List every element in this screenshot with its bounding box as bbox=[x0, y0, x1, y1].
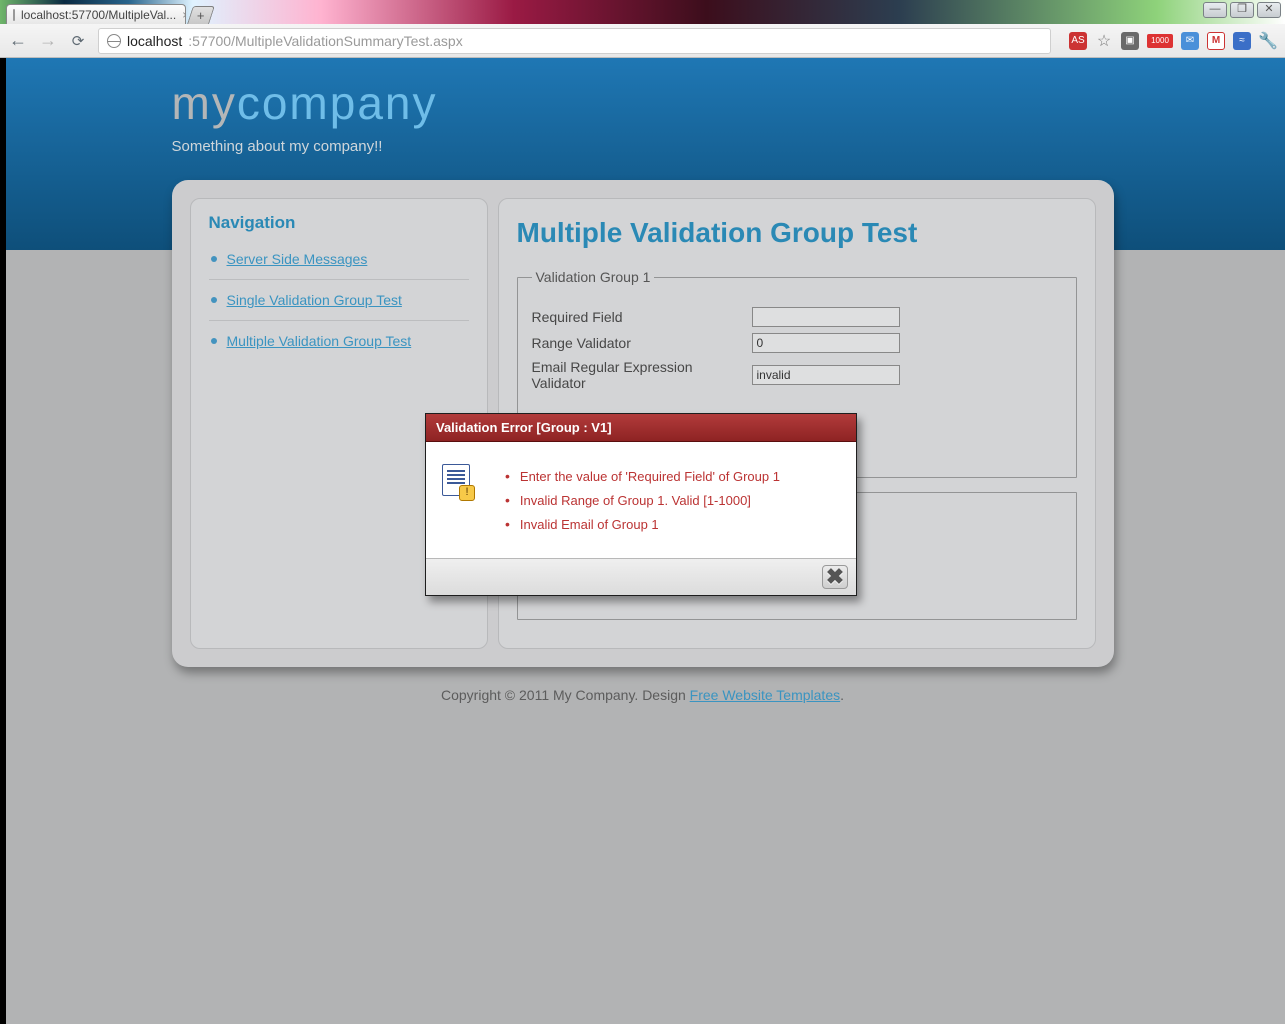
validation-error-dialog: Validation Error [Group : V1] Enter the … bbox=[425, 413, 857, 596]
left-gutter bbox=[0, 58, 6, 1024]
site-logo: mycompany bbox=[172, 76, 1114, 130]
required-field-input[interactable] bbox=[752, 307, 900, 327]
nav-back-button[interactable]: ← bbox=[8, 31, 28, 51]
footer-link[interactable]: Free Website Templates bbox=[690, 687, 840, 703]
bullet-icon bbox=[211, 297, 217, 303]
dialog-error-item: Invalid Range of Group 1. Valid [1-1000] bbox=[505, 492, 780, 508]
bookmark-star-icon[interactable]: ☆ bbox=[1095, 32, 1113, 50]
nav-link-multiple-group[interactable]: Multiple Validation Group Test bbox=[227, 333, 412, 349]
window-controls: — ❐ ✕ bbox=[1203, 2, 1281, 18]
window-minimize-button[interactable]: — bbox=[1203, 2, 1227, 18]
nav-item: Server Side Messages bbox=[209, 239, 469, 280]
ext-box-icon[interactable]: ▣ bbox=[1121, 32, 1139, 50]
browser-toolbar: ← → ⟳ localhost :57700/MultipleValidation… bbox=[0, 24, 1285, 58]
site-tagline: Something about my company!! bbox=[172, 138, 1114, 155]
warning-document-icon bbox=[442, 464, 470, 496]
url-path: :57700/MultipleValidationSummaryTest.asp… bbox=[188, 33, 462, 49]
browser-tab[interactable]: localhost:57700/MultipleVal... × bbox=[6, 4, 186, 24]
footer-text-after: . bbox=[840, 687, 844, 703]
dialog-title: Validation Error [Group : V1] bbox=[426, 414, 856, 442]
logo-second: company bbox=[237, 77, 438, 129]
url-host: localhost bbox=[127, 33, 182, 49]
bullet-icon bbox=[211, 256, 217, 262]
ext-as-icon[interactable]: AS bbox=[1069, 32, 1087, 50]
window-titlebar: localhost:57700/MultipleVal... × + — ❐ ✕ bbox=[0, 0, 1285, 24]
page-icon bbox=[13, 9, 15, 21]
nav-item: Multiple Validation Group Test bbox=[209, 321, 469, 361]
ext-counter-icon[interactable]: 1000 bbox=[1147, 34, 1173, 48]
site-icon bbox=[107, 34, 121, 48]
window-maximize-button[interactable]: ❐ bbox=[1230, 2, 1254, 18]
dialog-error-item: Enter the value of 'Required Field' of G… bbox=[505, 468, 780, 484]
tab-title: localhost:57700/MultipleVal... bbox=[21, 8, 176, 22]
nav-item: Single Validation Group Test bbox=[209, 280, 469, 321]
extensions-tray: AS ☆ ▣ 1000 ✉ M ≈ 🔧 bbox=[1061, 32, 1277, 50]
required-field-label: Required Field bbox=[532, 309, 744, 325]
nav-reload-button[interactable]: ⟳ bbox=[68, 31, 88, 51]
nav-heading: Navigation bbox=[209, 213, 469, 233]
dialog-footer: ✖ bbox=[426, 559, 856, 595]
page-footer: Copyright © 2011 My Company. Design Free… bbox=[0, 667, 1285, 743]
dialog-close-button[interactable]: ✖ bbox=[822, 565, 848, 589]
group1-legend: Validation Group 1 bbox=[532, 269, 655, 285]
ext-mail-icon[interactable]: ✉ bbox=[1181, 32, 1199, 50]
nav-link-server-side[interactable]: Server Side Messages bbox=[227, 251, 368, 267]
browser-menu-icon[interactable]: 🔧 bbox=[1259, 32, 1277, 50]
nav-forward-button[interactable]: → bbox=[38, 31, 58, 51]
email-field-input[interactable] bbox=[752, 365, 900, 385]
ext-wave-icon[interactable]: ≈ bbox=[1233, 32, 1251, 50]
nav-link-single-group[interactable]: Single Validation Group Test bbox=[227, 292, 402, 308]
dialog-body: Enter the value of 'Required Field' of G… bbox=[426, 442, 856, 559]
footer-text-before: Copyright © 2011 My Company. Design bbox=[441, 687, 690, 703]
dialog-error-list: Enter the value of 'Required Field' of G… bbox=[505, 460, 780, 540]
email-field-label: Email Regular Expression Validator bbox=[532, 359, 744, 391]
new-tab-button[interactable]: + bbox=[187, 6, 215, 24]
window-close-button[interactable]: ✕ bbox=[1257, 2, 1281, 18]
tab-close-icon[interactable]: × bbox=[182, 8, 186, 22]
logo-first: my bbox=[172, 77, 237, 129]
range-field-input[interactable] bbox=[752, 333, 900, 353]
range-field-label: Range Validator bbox=[532, 335, 744, 351]
bullet-icon bbox=[211, 338, 217, 344]
address-bar[interactable]: localhost :57700/MultipleValidationSummar… bbox=[98, 28, 1051, 54]
ext-gmail-icon[interactable]: M bbox=[1207, 32, 1225, 50]
dialog-error-item: Invalid Email of Group 1 bbox=[505, 516, 780, 532]
page-title: Multiple Validation Group Test bbox=[517, 217, 1077, 249]
